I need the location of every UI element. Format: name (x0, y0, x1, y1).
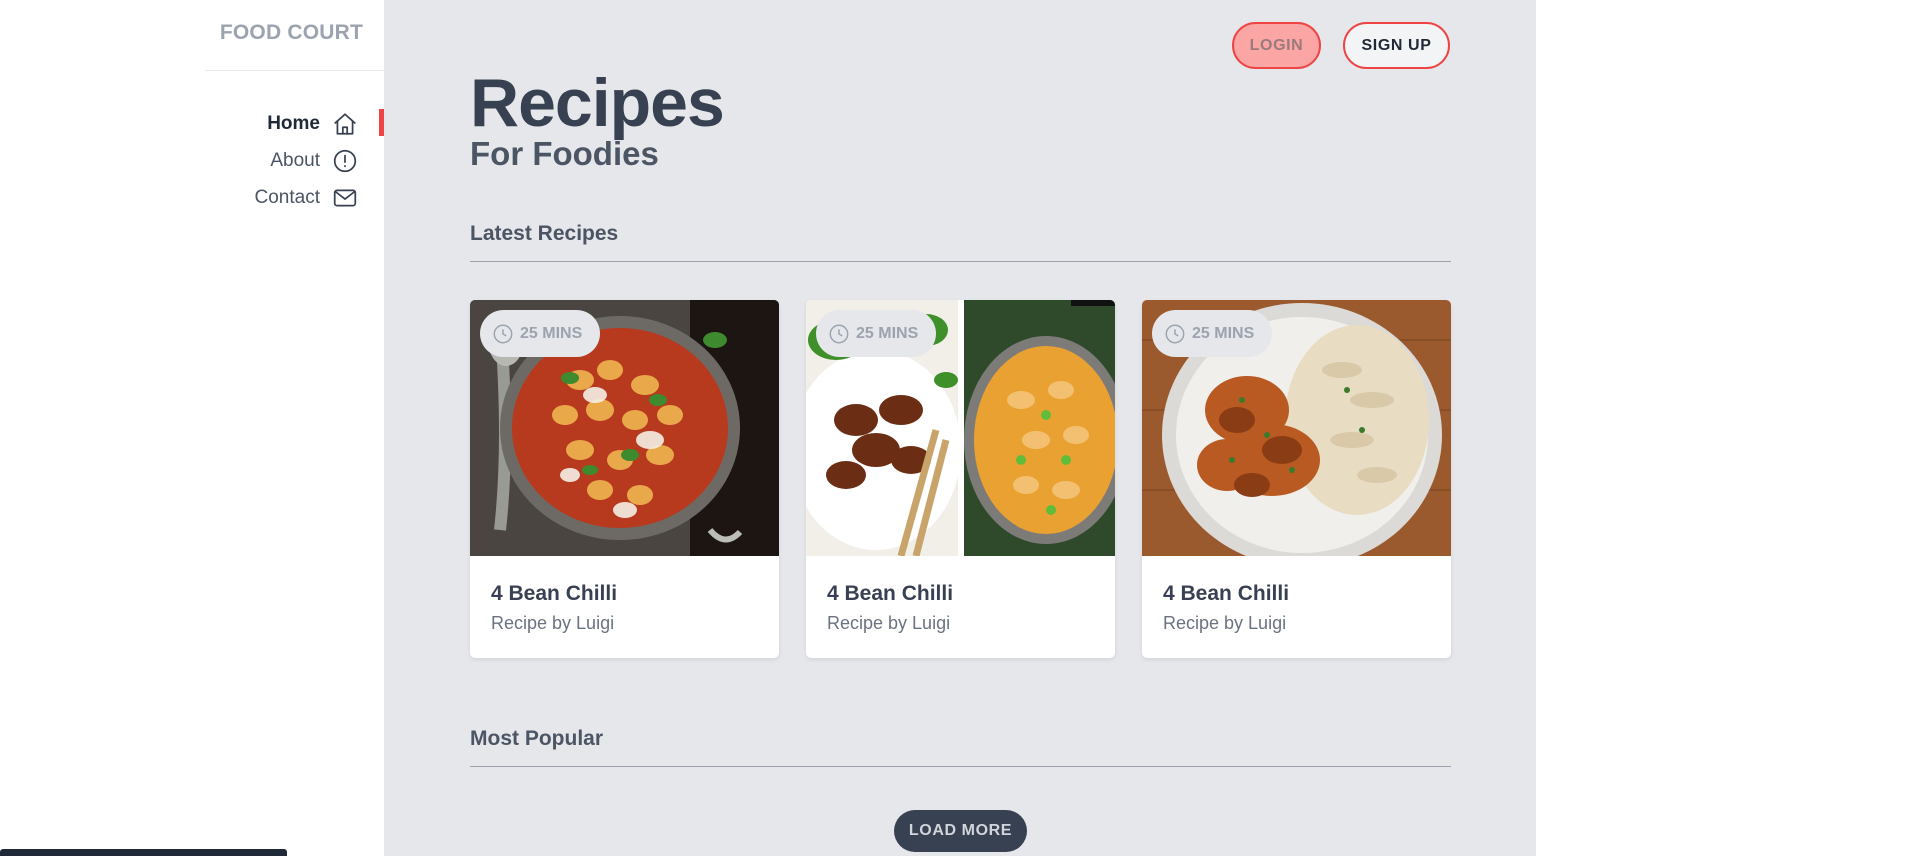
section-title: Most Popular (470, 727, 604, 750)
main-content: LOGIN SIGN UP Recipes For Foodies Latest… (384, 0, 1536, 856)
clock-icon (493, 324, 513, 343)
clock-icon (829, 324, 849, 343)
nav-item-label: Home (267, 112, 320, 134)
signup-button[interactable]: SIGN UP (1343, 22, 1450, 69)
curry-rice-bowl-photo: 25 MINS (1142, 300, 1451, 556)
latest-recipes-heading: Latest Recipes (470, 222, 1451, 262)
sidebar: FOOD COURT Home About Contact (0, 0, 384, 856)
auth-buttons: LOGIN SIGN UP (1232, 22, 1450, 69)
bottom-toast-bar (0, 849, 287, 856)
recipe-author: Recipe by Luigi (1163, 613, 1287, 633)
most-popular-heading: Most Popular (470, 727, 1451, 767)
gnocchi-pan-photo: 25 MINS (470, 300, 779, 556)
sidebar-nav: Home About Contact (206, 105, 384, 216)
recipe-name: 4 Bean Chilli (491, 582, 618, 605)
load-more-button[interactable]: LOAD MORE (894, 810, 1027, 852)
recipe-name: 4 Bean Chilli (1163, 582, 1290, 605)
time-label: 25 MINS (856, 324, 919, 342)
time-badge: 25 MINS (816, 310, 937, 357)
mail-icon (332, 185, 358, 211)
time-label: 25 MINS (1192, 324, 1255, 342)
recipe-author: Recipe by Luigi (491, 613, 615, 633)
nav-item-home[interactable]: Home (206, 105, 384, 142)
recipe-name: 4 Bean Chilli (827, 582, 954, 605)
recipe-card[interactable]: 25 MINS 4 Bean Chilli Recipe by Luigi (806, 300, 1115, 658)
nav-item-label: About (270, 149, 320, 171)
nav-item-contact[interactable]: Contact (206, 179, 384, 216)
page-subtitle: For Foodies (470, 135, 659, 172)
home-icon (332, 111, 358, 137)
recipe-author: Recipe by Luigi (827, 613, 951, 633)
brand-header: FOOD COURT (206, 0, 384, 71)
login-button[interactable]: LOGIN (1232, 22, 1321, 69)
time-label: 25 MINS (520, 324, 583, 342)
time-badge: 25 MINS (480, 310, 601, 357)
time-badge: 25 MINS (1152, 310, 1273, 357)
recipe-card[interactable]: 25 MINS 4 Bean Chilli Recipe by Luigi (1142, 300, 1451, 658)
recipe-cards: 25 MINS 4 Bean Chilli Recipe by Luigi 25… (470, 300, 1451, 658)
clock-icon (1165, 324, 1185, 343)
recipe-card[interactable]: 25 MINS 4 Bean Chilli Recipe by Luigi (470, 300, 779, 658)
page-title: Recipes (470, 65, 725, 141)
info-icon (332, 148, 358, 174)
nav-item-label: Contact (254, 186, 320, 208)
nav-item-about[interactable]: About (206, 142, 384, 179)
section-title: Latest Recipes (470, 222, 619, 245)
page: FOOD COURT Home About Contact LOGIN SIGN… (0, 0, 1920, 856)
brand-name[interactable]: FOOD COURT (220, 21, 363, 45)
chicken-and-curry-photo: 25 MINS (806, 300, 1115, 556)
